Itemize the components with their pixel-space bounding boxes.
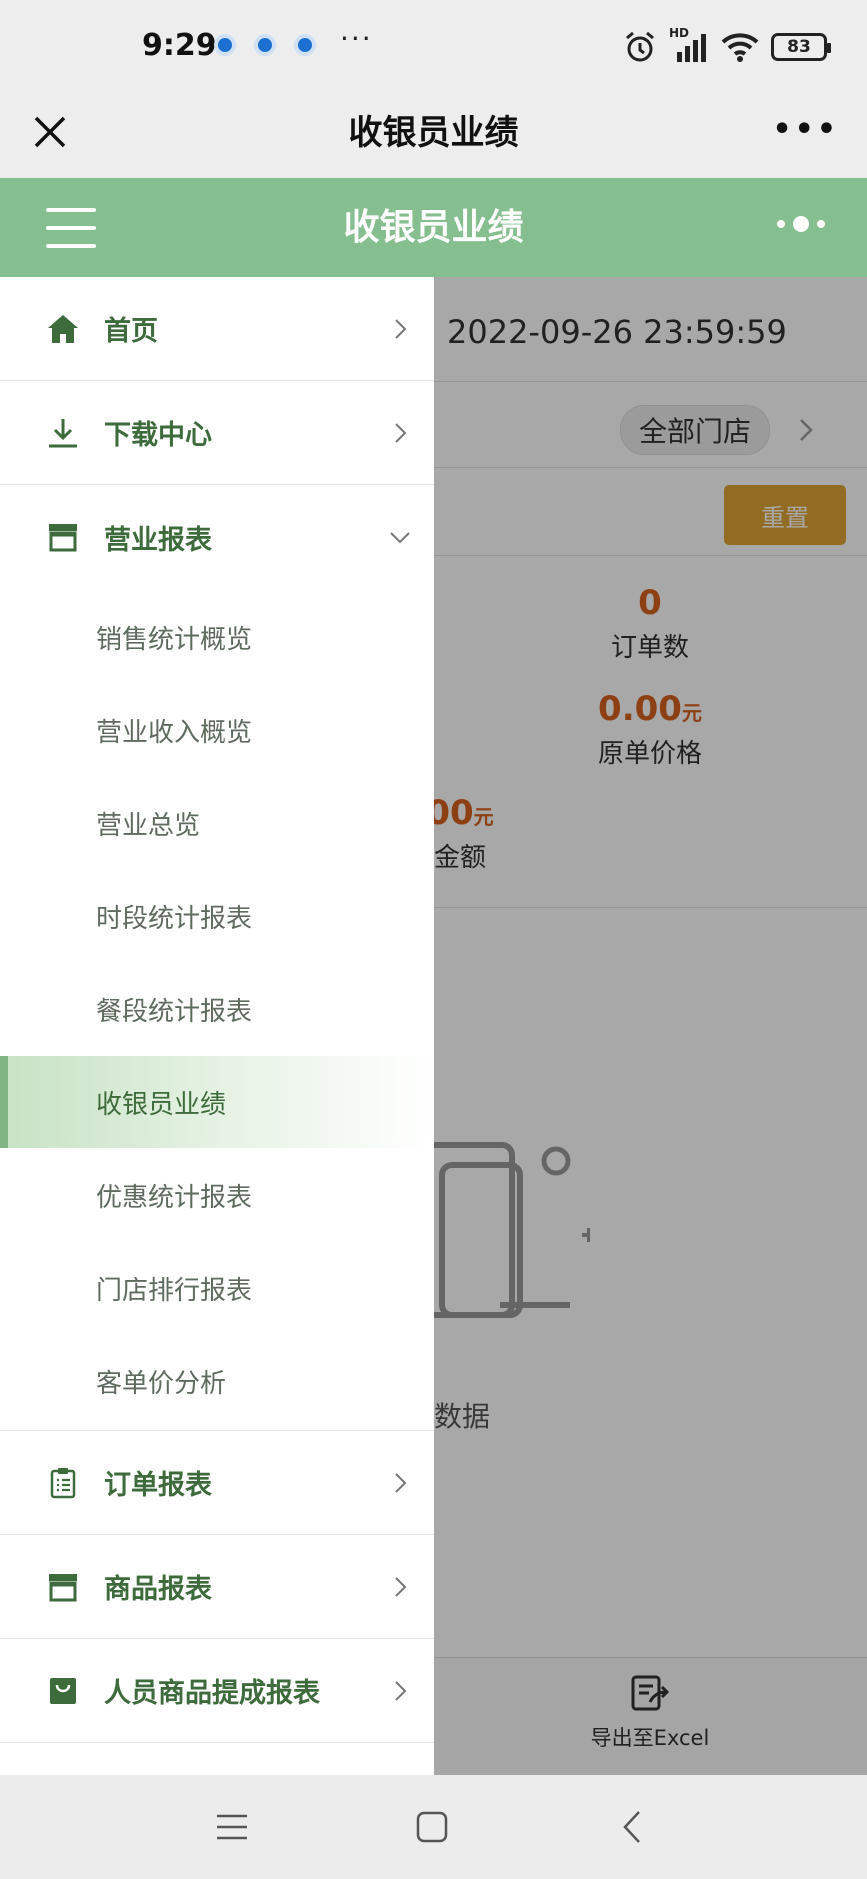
page-title: 收银员业绩 xyxy=(348,113,519,153)
submenu-item[interactable]: 餐段统计报表 xyxy=(0,963,434,1055)
status-bar: 9:29 ··· HD 83 xyxy=(0,0,867,92)
submenu-item[interactable]: 时段统计报表 xyxy=(0,870,434,962)
app-title: 收银员业绩 xyxy=(343,207,524,248)
signal-icon: HD xyxy=(669,26,709,64)
menu-item-label: 人员商品提成报表 xyxy=(104,1678,320,1709)
status-time: 9:29 xyxy=(142,28,217,63)
download-icon xyxy=(46,416,80,450)
submenu-item[interactable]: 门店排行报表 xyxy=(0,1242,434,1334)
notification-icon xyxy=(214,34,236,56)
submenu-item-label: 客单价分析 xyxy=(96,1368,227,1399)
submenu-item[interactable]: 优惠统计报表 xyxy=(0,1149,434,1241)
system-nav-bar xyxy=(0,1775,867,1879)
status-more-icon: ··· xyxy=(340,22,373,55)
submenu-item-label: 营业收入概览 xyxy=(96,717,253,748)
submenu-item-label: 时段统计报表 xyxy=(96,903,253,934)
submenu-item-label: 优惠统计报表 xyxy=(96,1182,253,1213)
submenu-item-label: 营业总览 xyxy=(96,810,201,841)
chevron-right-icon xyxy=(395,1680,407,1701)
menu-item-staff-commission-reports[interactable]: 人员商品提成报表 xyxy=(0,1639,434,1743)
submenu-item-label: 餐段统计报表 xyxy=(96,996,253,1027)
chevron-down-icon xyxy=(390,532,410,544)
menu-item-label: 商品报表 xyxy=(104,1574,212,1605)
menu-item-order-reports[interactable]: 订单报表 xyxy=(0,1431,434,1535)
submenu-item-label: 销售统计概览 xyxy=(96,624,253,655)
menu-item-label: 首页 xyxy=(104,316,158,347)
network-type-label: HD xyxy=(669,26,690,40)
chevron-right-icon xyxy=(395,318,407,339)
home-icon xyxy=(46,312,80,346)
chevron-right-icon xyxy=(395,422,407,443)
wifi-icon xyxy=(721,33,759,62)
submenu-item[interactable]: 销售统计概览 xyxy=(0,591,434,683)
submenu-item-label: 门店排行报表 xyxy=(96,1275,253,1306)
store-icon xyxy=(46,520,80,554)
menu-item-download-center[interactable]: 下载中心 xyxy=(0,381,434,485)
menu-icon xyxy=(217,1814,247,1840)
miniapp-capsule-button[interactable] xyxy=(777,216,825,232)
app-header: 收银员业绩 xyxy=(0,178,867,277)
menu-item-home[interactable]: 首页 xyxy=(0,277,434,381)
submenu-item-active[interactable]: 收银员业绩 xyxy=(0,1056,434,1148)
status-right-icons: HD 83 xyxy=(623,26,831,64)
submenu-item[interactable]: 客单价分析 xyxy=(0,1335,434,1427)
square-icon xyxy=(416,1811,448,1843)
submenu-item[interactable]: 营业总览 xyxy=(0,777,434,869)
bag-icon xyxy=(46,1674,80,1708)
more-options-button[interactable]: ••• xyxy=(772,112,839,147)
menu-item-business-reports[interactable]: 营业报表 xyxy=(0,485,434,589)
clipboard-icon xyxy=(46,1466,80,1500)
submenu-item[interactable]: 营业收入概览 xyxy=(0,684,434,776)
menu-item-label: 营业报表 xyxy=(104,524,212,556)
home-button[interactable] xyxy=(410,1805,454,1849)
notification-icon xyxy=(294,34,316,56)
back-button[interactable] xyxy=(610,1805,654,1849)
alarm-icon xyxy=(626,31,654,62)
side-drawer: 首页 下载中心 营业报表 销售统计概览 营业收入概览 营业总览 时段统计报表 餐… xyxy=(0,277,434,1775)
submenu-item-label: 收银员业绩 xyxy=(96,1089,227,1120)
battery-icon: 83 xyxy=(771,33,831,61)
menu-item-label: 订单报表 xyxy=(104,1470,212,1501)
menu-item-label: 下载中心 xyxy=(104,420,212,451)
back-arrow-icon xyxy=(623,1811,640,1843)
chevron-right-icon xyxy=(395,1472,407,1493)
notification-icon xyxy=(254,34,276,56)
wechat-nav-bar: 收银员业绩 ••• xyxy=(0,92,867,178)
store-icon xyxy=(46,1570,80,1604)
chevron-right-icon xyxy=(395,1576,407,1597)
menu-item-product-reports[interactable]: 商品报表 xyxy=(0,1535,434,1639)
recent-apps-button[interactable] xyxy=(210,1805,254,1849)
